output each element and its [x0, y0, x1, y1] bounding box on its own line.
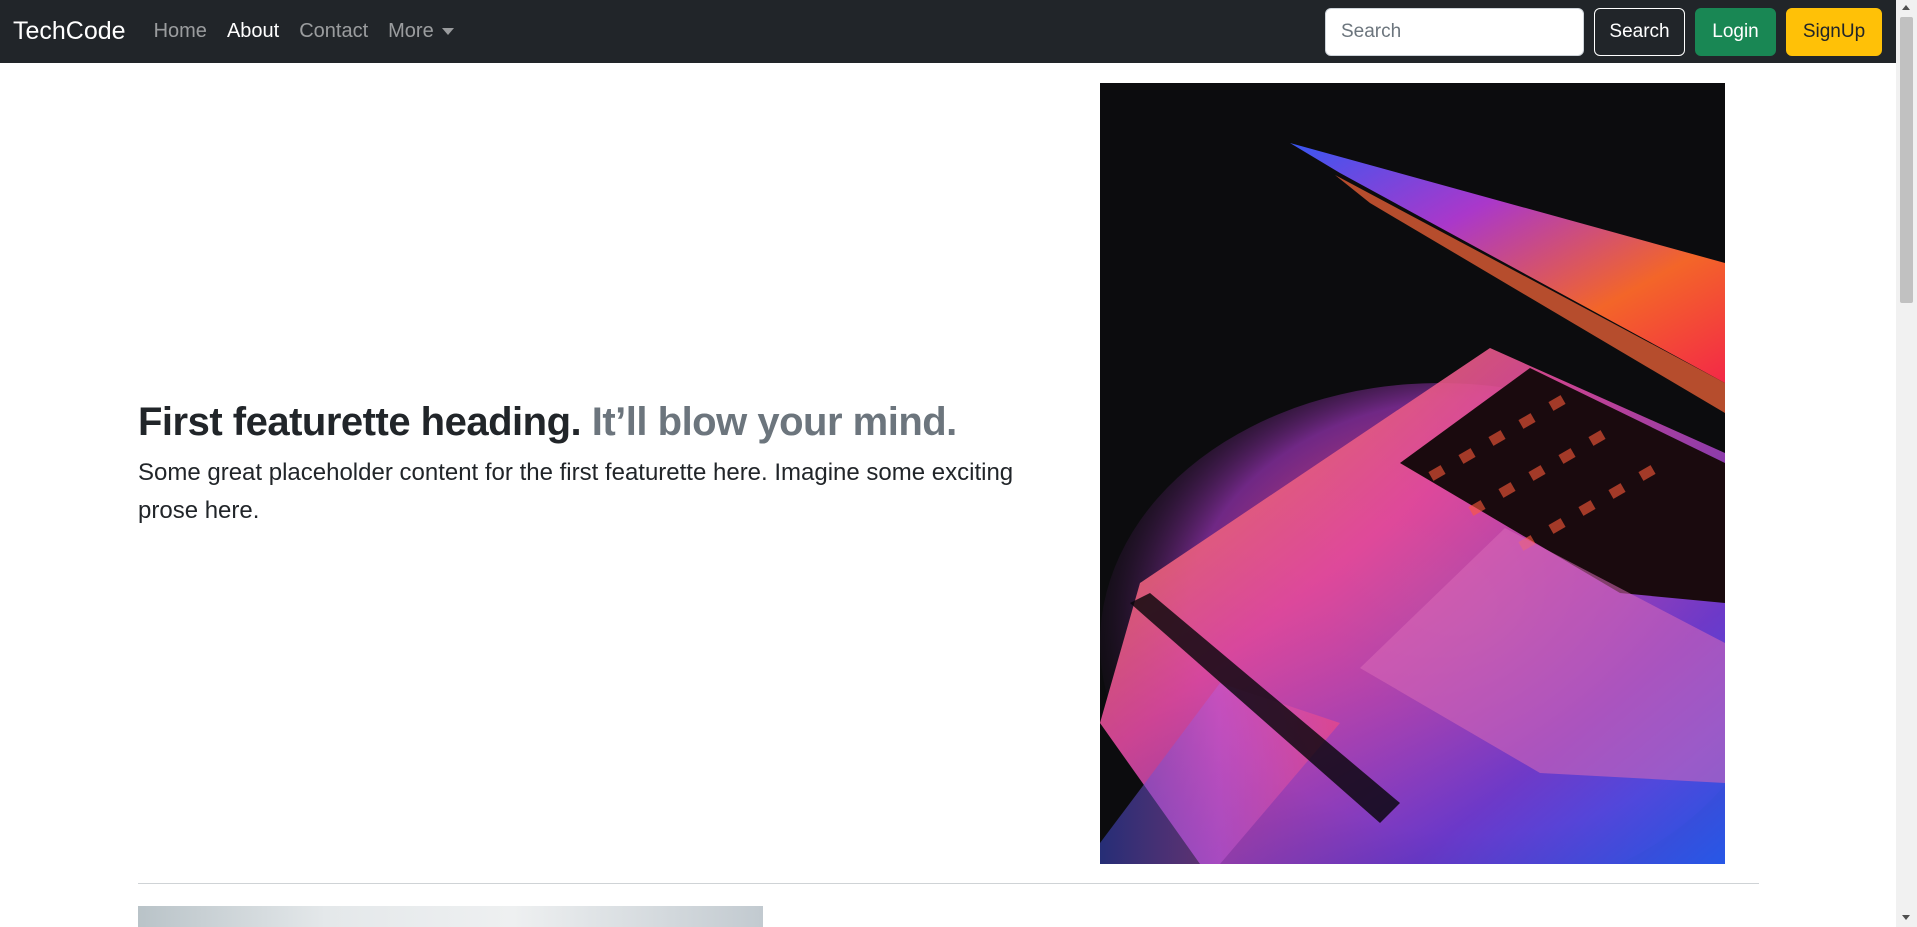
laptop-keyboard-photo-icon — [1100, 83, 1725, 864]
featurette-text: First featurette heading. It’ll blow you… — [138, 398, 1078, 530]
navbar: TechCode Home About Contact More Search … — [0, 0, 1896, 63]
nav-home[interactable]: Home — [154, 20, 207, 43]
nav-more-dropdown[interactable]: More — [388, 20, 454, 43]
scroll-up-arrow-icon[interactable] — [1902, 5, 1910, 10]
login-button[interactable]: Login — [1695, 7, 1776, 56]
brand-logo[interactable]: TechCode — [13, 17, 126, 46]
search-input[interactable] — [1325, 7, 1584, 56]
navbar-actions: Search Login SignUp — [1325, 7, 1882, 56]
nav-more-label: More — [388, 20, 434, 42]
featurette-image — [1100, 83, 1725, 864]
second-featurette-image — [138, 906, 763, 927]
vertical-scrollbar[interactable] — [1896, 0, 1917, 927]
nav-contact[interactable]: Contact — [299, 20, 368, 43]
featurette-lead: Some great placeholder content for the f… — [138, 459, 1014, 524]
featurette-heading-muted: It’ll blow your mind. — [591, 400, 958, 444]
chevron-down-icon — [441, 28, 454, 35]
signup-button[interactable]: SignUp — [1786, 7, 1882, 56]
nav-about[interactable]: About — [227, 20, 279, 43]
search-button[interactable]: Search — [1594, 7, 1685, 56]
featurette-heading-main: First featurette heading. — [138, 400, 582, 444]
scrollbar-thumb[interactable] — [1900, 17, 1913, 303]
section-divider — [138, 883, 1759, 884]
scroll-down-arrow-icon[interactable] — [1902, 915, 1910, 920]
featurette-heading: First featurette heading. It’ll blow you… — [138, 398, 1078, 446]
